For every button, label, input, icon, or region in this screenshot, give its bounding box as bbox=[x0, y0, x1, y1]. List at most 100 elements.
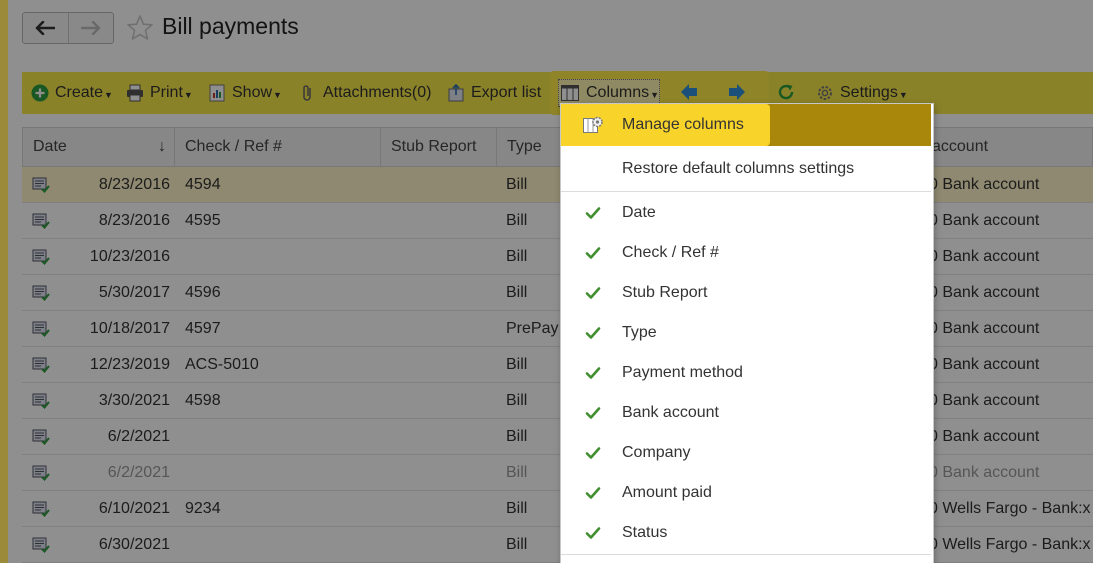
column-header-label: Date bbox=[33, 138, 67, 155]
create-button[interactable]: Create ▼ bbox=[31, 82, 113, 104]
cell-date: 10/18/2017 bbox=[89, 320, 170, 337]
cell-date: 8/23/2016 bbox=[98, 212, 170, 229]
refresh-icon[interactable] bbox=[777, 83, 795, 101]
back-button[interactable] bbox=[23, 13, 68, 43]
cell-account: 0 Bank account bbox=[929, 176, 1040, 193]
paperclip-icon bbox=[299, 84, 317, 102]
columns-dropdown-menu: Manage columns Restore default columns s… bbox=[560, 103, 934, 563]
menu-separator bbox=[561, 554, 931, 555]
create-label: Create bbox=[55, 84, 104, 101]
checkmark-icon bbox=[585, 327, 601, 339]
cell-check-ref bbox=[185, 455, 375, 491]
document-check-icon bbox=[32, 357, 50, 373]
column-header-account[interactable]: account bbox=[925, 128, 1093, 166]
checkmark-icon bbox=[585, 367, 601, 379]
arrow-left-icon bbox=[35, 21, 56, 35]
cell-date: 6/2/2021 bbox=[107, 428, 170, 445]
column-toggle-item[interactable]: Check / Ref # bbox=[561, 233, 931, 273]
settings-button[interactable]: Settings ▼ bbox=[816, 82, 908, 104]
cell-type: PrePay bbox=[506, 320, 559, 337]
column-header-date[interactable]: Date ↓ bbox=[23, 128, 175, 166]
column-header-check-ref[interactable]: Check / Ref # bbox=[175, 128, 381, 166]
cell-account: 0 Bank account bbox=[929, 320, 1040, 337]
column-toggle-label: Check / Ref # bbox=[622, 244, 719, 261]
cell-check-ref: 4594 bbox=[185, 176, 221, 193]
cell-check-ref: 9234 bbox=[185, 500, 221, 517]
column-toggle-item[interactable]: Payment method bbox=[561, 353, 931, 393]
cell-account: 0 Bank account bbox=[929, 464, 1040, 481]
column-toggle-item[interactable]: Status bbox=[561, 513, 931, 553]
cell-check-ref bbox=[185, 239, 375, 275]
cell-check-ref: 4595 bbox=[185, 212, 221, 229]
sort-desc-icon: ↓ bbox=[158, 138, 166, 155]
page-title: Bill payments bbox=[162, 13, 299, 39]
arrow-right-icon bbox=[80, 21, 100, 35]
cell-account: 0 Bank account bbox=[929, 212, 1040, 229]
document-check-icon bbox=[32, 537, 50, 553]
column-toggle-item[interactable]: Stub Report bbox=[561, 273, 931, 313]
document-check-icon bbox=[32, 429, 50, 445]
cell-type: Bill bbox=[506, 428, 528, 445]
column-toggle-item[interactable]: Amount paid bbox=[561, 473, 931, 513]
checkmark-icon bbox=[585, 407, 601, 419]
column-toggle-item[interactable]: Type bbox=[561, 313, 931, 353]
cell-type: Bill bbox=[506, 176, 528, 193]
column-toggle-label: Type bbox=[622, 324, 657, 341]
column-toggle-label: Status bbox=[622, 524, 668, 541]
attachments-button[interactable]: Attachments(0) bbox=[299, 82, 431, 104]
caret-down-icon: ▼ bbox=[273, 90, 282, 100]
cell-check-ref bbox=[185, 419, 375, 455]
checkmark-icon bbox=[585, 487, 601, 499]
cell-check-ref: 4597 bbox=[185, 320, 221, 337]
restore-defaults-item[interactable]: Restore default columns settings bbox=[561, 149, 931, 189]
show-button[interactable]: Show ▼ bbox=[208, 82, 282, 104]
column-toggle-label: Payment method bbox=[622, 364, 743, 381]
checkmark-icon bbox=[585, 247, 601, 259]
favorite-star-icon[interactable] bbox=[126, 14, 154, 42]
cell-type: Bill bbox=[506, 284, 528, 301]
cell-date: 3/30/2021 bbox=[98, 392, 170, 409]
caret-down-icon: ▼ bbox=[650, 90, 660, 100]
cell-check-ref: ACS-5010 bbox=[185, 356, 259, 373]
cell-date: 6/10/2021 bbox=[98, 500, 170, 517]
checkmark-icon bbox=[585, 207, 601, 219]
document-check-icon bbox=[32, 501, 50, 517]
forward-button[interactable] bbox=[67, 13, 114, 43]
print-button[interactable]: Print ▼ bbox=[126, 82, 193, 104]
cell-date: 8/23/2016 bbox=[98, 176, 170, 193]
cell-date: 10/23/2016 bbox=[89, 248, 170, 265]
caret-down-icon: ▼ bbox=[898, 90, 908, 100]
document-check-icon bbox=[32, 249, 50, 265]
document-check-icon bbox=[32, 465, 50, 481]
caret-down-icon: ▼ bbox=[183, 90, 193, 100]
move-left-arrow-icon[interactable] bbox=[680, 83, 698, 101]
cell-account: 0 Bank account bbox=[929, 428, 1040, 445]
export-list-button[interactable]: Export list bbox=[447, 82, 541, 104]
column-toggle-item[interactable]: Bank account bbox=[561, 393, 931, 433]
cell-date: 6/30/2021 bbox=[98, 536, 170, 553]
settings-label: Settings bbox=[840, 84, 898, 101]
cell-type: Bill bbox=[506, 536, 528, 553]
cell-check-ref: 4598 bbox=[185, 392, 221, 409]
cell-type: Bill bbox=[506, 500, 528, 517]
caret-down-icon: ▼ bbox=[104, 90, 113, 100]
manage-columns-content: Manage columns bbox=[561, 105, 931, 145]
cell-check-ref: 4596 bbox=[185, 284, 221, 301]
cell-account: 0 Bank account bbox=[929, 248, 1040, 265]
cell-account: 0 Wells Fargo - Bank:x bbox=[929, 500, 1091, 517]
cell-date: 6/2/2021 bbox=[107, 464, 170, 481]
checkmark-icon bbox=[585, 527, 601, 539]
column-header-stub-report[interactable]: Stub Report bbox=[381, 128, 497, 166]
checkmark-icon bbox=[585, 287, 601, 299]
attachments-label: Attachments(0) bbox=[323, 84, 432, 101]
column-toggle-item[interactable]: Date bbox=[561, 193, 931, 233]
cell-date: 5/30/2017 bbox=[98, 284, 170, 301]
columns-label: Columns bbox=[586, 84, 650, 101]
gear-icon bbox=[816, 84, 834, 102]
document-check-icon bbox=[32, 393, 50, 409]
cell-date: 12/23/2019 bbox=[89, 356, 170, 373]
move-right-arrow-icon[interactable] bbox=[728, 83, 746, 101]
manage-columns-icon bbox=[583, 116, 603, 139]
cell-check-ref bbox=[185, 527, 375, 563]
column-toggle-item[interactable]: Company bbox=[561, 433, 931, 473]
